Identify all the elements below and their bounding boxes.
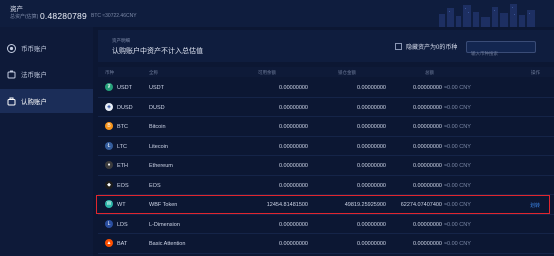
coin-name: EOS <box>149 182 161 189</box>
panel-title: 认购账户中资产不计入总估值 <box>112 48 203 55</box>
sidebar-item-label: 认购账户 <box>21 99 47 106</box>
ltc-coin-icon: Ł <box>105 141 113 150</box>
total-assets-cny: BTC ≈30722.46CNY <box>91 13 137 19</box>
coin-name: Ethereum <box>149 163 173 169</box>
transfer-link[interactable]: 划转 <box>530 202 540 209</box>
coins-icon <box>7 43 16 53</box>
column-header-name: 全称 <box>149 69 158 75</box>
coin-symbol: ETH <box>117 163 128 169</box>
sidebar: 币币账户 法币账户 认购账户 <box>0 27 93 256</box>
total-amount: 0.00000000 <box>412 85 442 91</box>
coin-symbol: DUSD <box>117 104 133 111</box>
table-row: ♦ ETH Ethereum 0.00000000 0.00000000 0.000000… <box>98 156 554 176</box>
column-header-available: 可用余额 <box>258 69 276 75</box>
table-row: ◈ DUSD DUSD 0.00000000 0.00000000 0.00000000 ≈… <box>98 98 554 117</box>
table-row: ₮ USDT USDT 0.00000000 0.00000000 0.00000000 ≈… <box>98 78 554 98</box>
total-amount: 0.00000000 <box>412 182 442 189</box>
table-row: Ł LTC Litecoin 0.00000000 0.00000000 0.000000… <box>98 137 554 156</box>
column-header-locked: 锁仓金额 <box>338 69 356 75</box>
hide-zero-toggle[interactable]: 隐藏资产为0的币种 <box>395 42 457 51</box>
sidebar-item-label: 法币账户 <box>21 72 47 79</box>
search-input[interactable] <box>467 48 535 59</box>
total-amount: 0.00000000 <box>412 143 442 150</box>
table-row: W WT WBF Token 12454.81481500 49819.25925900… <box>98 195 554 215</box>
coin-symbol: WT <box>117 202 126 208</box>
sidebar-item-spot-account[interactable]: 币币账户 <box>0 36 93 60</box>
total-amount: 0.00000000 <box>412 241 442 247</box>
coin-name: DUSD <box>149 104 165 111</box>
coin-symbol: LDS <box>117 221 128 228</box>
coin-name: Bitcoin <box>149 124 166 130</box>
assets-header: 资产 总资产(估算) 0.48280789 BTC ≈30722.46CNY <box>0 0 554 27</box>
coin-symbol: USDT <box>117 85 132 91</box>
cny-estimate: ≈0.00 CNY <box>444 85 471 91</box>
coin-name: L-Dimension <box>149 221 180 228</box>
decorative-skyline-icon <box>439 4 535 27</box>
cny-estimate: ≈0.00 CNY <box>444 124 471 130</box>
table-row: B BTC Bitcoin 0.00000000 0.00000000 0.0000000… <box>98 117 554 137</box>
cny-estimate: ≈0.00 CNY <box>444 182 471 189</box>
coin-name: WBF Token <box>149 202 178 208</box>
cny-estimate: ≈0.00 CNY <box>444 104 471 111</box>
lds-coin-icon: L <box>105 219 113 228</box>
cny-estimate: ≈0.00 CNY <box>444 202 471 208</box>
hide-zero-label: 隐藏资产为0的币种 <box>406 45 458 51</box>
coin-symbol: BTC <box>117 124 128 130</box>
main-panel: 资产明细 认购账户中资产不计入总估值 隐藏资产为0的币种 币种 全称 可用余额 … <box>96 30 554 256</box>
coin-name: Litecoin <box>149 143 168 150</box>
column-header-action: 操作 <box>531 69 540 75</box>
total-assets-value: 0.48280789 <box>40 10 87 21</box>
panel-subtitle: 资产明细 <box>112 38 130 43</box>
coin-symbol: BAT <box>117 241 128 247</box>
sidebar-item-fiat-account[interactable]: 法币账户 <box>0 62 93 86</box>
btc-coin-icon: B <box>105 122 113 130</box>
total-amount: 0.00000000 <box>412 163 442 169</box>
sidebar-item-label: 币币账户 <box>21 46 47 53</box>
coin-name: USDT <box>149 85 164 91</box>
column-header-total: 总额 <box>425 69 434 75</box>
table-row: ▲ BAT Basic Attention 0.00000000 0.00000000 0… <box>98 234 554 254</box>
dusd-coin-icon: ◈ <box>105 102 113 111</box>
coin-symbol: EOS <box>117 182 129 189</box>
table-header: 币种 全称 可用余额 锁仓金额 总额 操作 <box>98 67 554 77</box>
bat-coin-icon: ▲ <box>105 239 113 247</box>
coin-search[interactable] <box>466 41 536 59</box>
wt-coin-icon: W <box>105 200 113 208</box>
cny-estimate: ≈0.00 CNY <box>444 163 471 169</box>
total-amount: 0.00000000 <box>412 221 442 228</box>
cny-estimate: ≈0.00 CNY <box>444 241 471 247</box>
total-amount: 0.00000000 <box>412 124 442 130</box>
cny-estimate: ≈0.00 CNY <box>444 221 471 228</box>
fiat-icon <box>7 70 16 79</box>
cny-estimate: ≈0.00 CNY <box>444 143 471 150</box>
sidebar-item-subscription-account[interactable]: 认购账户 <box>0 89 93 113</box>
total-amount: 0.00000000 <box>412 104 442 111</box>
column-header-symbol: 币种 <box>105 69 114 75</box>
subscription-icon <box>7 97 16 106</box>
total-amount: 62274.07407400 <box>400 202 442 208</box>
eos-coin-icon: ◆ <box>105 180 113 189</box>
page-title: 资产 <box>10 6 23 13</box>
usdt-coin-icon: ₮ <box>105 83 113 91</box>
table-row: ◆ EOS EOS 0.00000000 0.00000000 0.00000000 ≈0.… <box>98 176 554 195</box>
total-assets-label: 总资产(估算) <box>10 14 39 20</box>
panel-header: 资产明细 认购账户中资产不计入总估值 隐藏资产为0的币种 <box>98 30 554 62</box>
coin-name: Basic Attention <box>149 241 186 247</box>
hide-zero-checkbox[interactable] <box>395 43 402 50</box>
coin-symbol: LTC <box>117 143 127 150</box>
table-row: L LDS L-Dimension 0.00000000 0.00000000 0.000… <box>98 215 554 234</box>
eth-coin-icon: ♦ <box>105 161 113 169</box>
